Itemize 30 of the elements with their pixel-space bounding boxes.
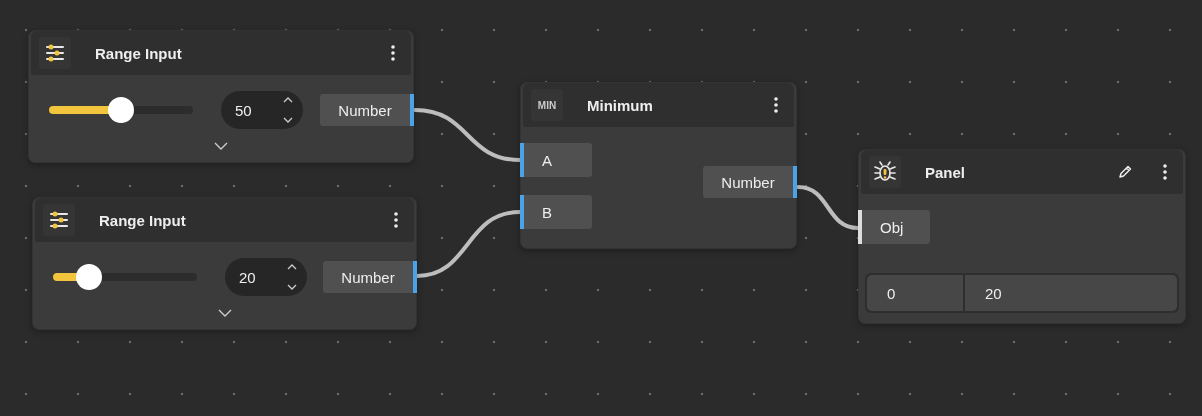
sliders-icon bbox=[43, 204, 75, 236]
chevron-down-icon[interactable] bbox=[214, 142, 228, 150]
number-field[interactable]: 20 bbox=[225, 258, 307, 296]
stepper-icon[interactable] bbox=[283, 97, 293, 123]
more-icon[interactable] bbox=[394, 212, 398, 228]
node-badge: MIN bbox=[531, 89, 563, 121]
input-port[interactable]: B bbox=[520, 195, 592, 229]
table-cell: 0 bbox=[867, 275, 963, 311]
number-field[interactable]: 50 bbox=[221, 91, 303, 129]
more-icon[interactable] bbox=[1163, 164, 1167, 180]
bug-icon bbox=[869, 156, 901, 188]
output-port[interactable]: Number bbox=[320, 94, 414, 126]
slider-thumb[interactable] bbox=[108, 97, 134, 123]
output-port[interactable]: Number bbox=[703, 166, 797, 198]
more-icon[interactable] bbox=[774, 97, 778, 113]
slider-thumb[interactable] bbox=[76, 264, 102, 290]
table-cell: 20 bbox=[965, 275, 1177, 311]
node-title: Panel bbox=[925, 163, 966, 181]
stepper-icon[interactable] bbox=[287, 264, 297, 290]
chevron-down-icon[interactable] bbox=[217, 309, 232, 317]
more-icon[interactable] bbox=[391, 45, 395, 61]
output-port[interactable]: Number bbox=[323, 261, 417, 293]
sliders-icon bbox=[39, 37, 71, 69]
input-port[interactable]: A bbox=[520, 143, 592, 177]
wire bbox=[796, 185, 860, 230]
input-port[interactable]: Obj bbox=[858, 210, 930, 244]
node-title: Range Input bbox=[99, 211, 186, 229]
pencil-icon[interactable] bbox=[1117, 164, 1133, 180]
node-title: Range Input bbox=[95, 44, 182, 62]
node-title: Minimum bbox=[587, 96, 653, 114]
